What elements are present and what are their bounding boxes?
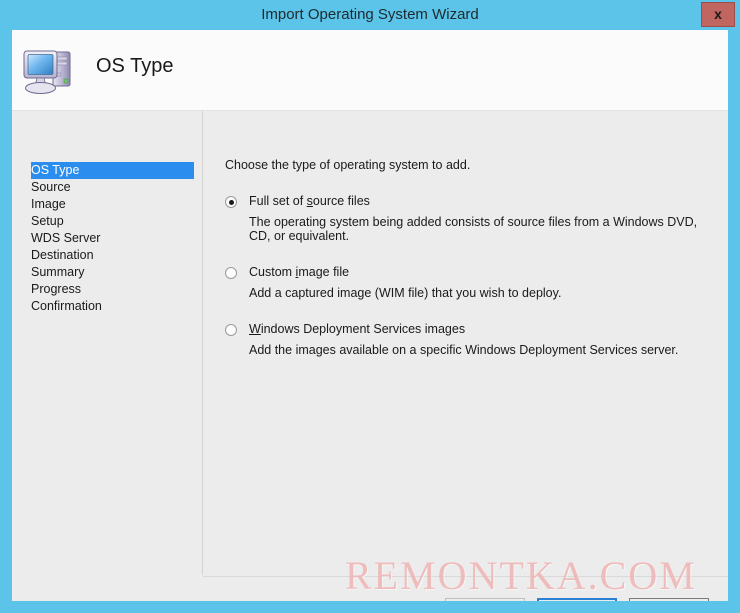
option-label-custom-image[interactable]: Custom image file: [249, 265, 715, 279]
computer-icon: [20, 43, 78, 97]
footer-button-row: Previous Next Cancel: [445, 598, 709, 601]
sidebar-item-image[interactable]: Image: [12, 196, 202, 213]
instruction-text: Choose the type of operating system to a…: [225, 158, 471, 172]
step-list: OS Type Source Image Setup WDS Server De…: [12, 162, 202, 315]
option-custom-image-file[interactable]: Custom image file Add a captured image (…: [225, 265, 715, 300]
close-button[interactable]: x: [701, 2, 735, 27]
window-client-area: OS Type OS Type Source Image Setup WDS S…: [12, 30, 728, 601]
title-bar: Import Operating System Wizard x: [0, 0, 740, 30]
next-button[interactable]: Next: [537, 598, 617, 601]
wizard-window: Import Operating System Wizard x OS Type…: [0, 0, 740, 613]
sidebar-item-confirmation[interactable]: Confirmation: [12, 298, 202, 315]
label-part-post: indows Deployment Services images: [260, 322, 466, 336]
page-title: OS Type: [96, 55, 174, 77]
sidebar-item-destination[interactable]: Destination: [12, 247, 202, 264]
sidebar-item-os-type[interactable]: OS Type: [31, 162, 194, 179]
label-part-post: ource files: [312, 194, 370, 208]
wizard-header: OS Type: [12, 30, 728, 111]
access-key: W: [249, 322, 261, 336]
label-part-pre: Custom: [249, 265, 296, 279]
option-description-wds-images: Add the images available on a specific W…: [249, 343, 679, 357]
sidebar-item-progress[interactable]: Progress: [12, 281, 202, 298]
sidebar-item-summary[interactable]: Summary: [12, 264, 202, 281]
window-title: Import Operating System Wizard: [261, 6, 479, 23]
cancel-button[interactable]: Cancel: [629, 598, 709, 601]
option-wds-images[interactable]: Windows Deployment Services images Add t…: [225, 322, 715, 357]
option-description-custom-image: Add a captured image (WIM file) that you…: [249, 286, 562, 300]
sidebar-item-wds-server[interactable]: WDS Server: [12, 230, 202, 247]
radio-full-set-of-source-files[interactable]: [225, 196, 237, 208]
radio-custom-image-file[interactable]: [225, 267, 237, 279]
radio-wds-images[interactable]: [225, 324, 237, 336]
wizard-step-sidebar: OS Type Source Image Setup WDS Server De…: [12, 111, 203, 575]
footer-left-filler: [12, 576, 203, 601]
wizard-footer: Previous Next Cancel: [203, 576, 728, 601]
option-description-full-set: The operating system being added consist…: [249, 215, 698, 243]
label-part-pre: Full set of: [249, 194, 307, 208]
sidebar-item-setup[interactable]: Setup: [12, 213, 202, 230]
content-inner: Choose the type of operating system to a…: [225, 158, 715, 379]
option-full-set-of-source-files[interactable]: Full set of source files The operating s…: [225, 194, 715, 243]
option-label-full-set[interactable]: Full set of source files: [249, 194, 715, 208]
wizard-content-pane: Choose the type of operating system to a…: [203, 111, 728, 575]
previous-button[interactable]: Previous: [445, 598, 525, 601]
os-type-radio-group: Full set of source files The operating s…: [225, 194, 715, 357]
sidebar-item-source[interactable]: Source: [12, 179, 202, 196]
wizard-body: OS Type Source Image Setup WDS Server De…: [12, 111, 728, 601]
label-part-post: mage file: [298, 265, 350, 279]
option-label-wds-images[interactable]: Windows Deployment Services images: [249, 322, 715, 336]
